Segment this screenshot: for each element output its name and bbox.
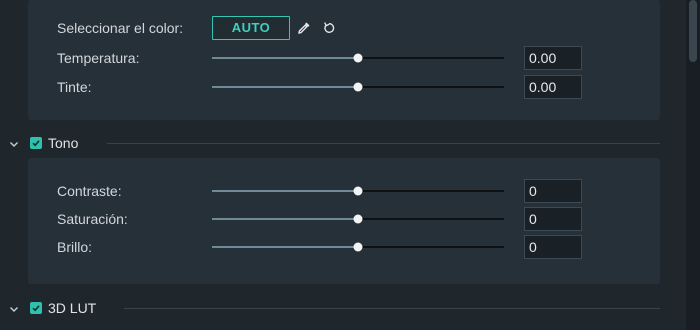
tono-section-header[interactable]: Tono <box>0 130 660 156</box>
tint-row: Tinte: 0.00 <box>28 74 660 100</box>
saturation-label: Saturación: <box>57 211 128 227</box>
temperature-row: Temperatura: 0.00 <box>28 45 660 71</box>
contrast-slider-thumb[interactable] <box>353 186 363 196</box>
select-color-label: Seleccionar el color: <box>57 20 184 36</box>
lut-title: 3D LUT <box>48 300 97 316</box>
brightness-row: Brillo: 0 <box>28 234 660 260</box>
tono-divider <box>107 143 660 144</box>
eyedropper-icon[interactable] <box>296 20 312 36</box>
tint-slider-fill <box>212 86 358 88</box>
tint-slider[interactable] <box>212 82 504 92</box>
contrast-slider-fill <box>212 190 358 192</box>
contrast-value-input[interactable]: 0 <box>524 179 582 203</box>
saturation-slider-thumb[interactable] <box>353 214 363 224</box>
temperature-slider-fill <box>212 57 358 59</box>
temperature-label: Temperatura: <box>57 50 140 66</box>
lut-checkbox[interactable] <box>30 302 42 314</box>
tono-title: Tono <box>48 135 79 151</box>
saturation-value-input[interactable]: 0 <box>524 207 582 231</box>
lut-divider <box>124 308 660 309</box>
scrollbar-thumb[interactable] <box>689 0 697 62</box>
brightness-slider-thumb[interactable] <box>353 242 363 252</box>
temperature-slider[interactable] <box>212 53 504 63</box>
brightness-label: Brillo: <box>57 239 93 255</box>
brightness-value-input[interactable]: 0 <box>524 235 582 259</box>
saturation-slider-fill <box>212 218 358 220</box>
tono-checkbox[interactable] <box>30 137 42 149</box>
scrollbar-track[interactable] <box>686 0 700 330</box>
saturation-slider[interactable] <box>212 214 504 224</box>
brightness-slider-fill <box>212 246 358 248</box>
lut-section-header[interactable]: 3D LUT <box>0 295 660 321</box>
contrast-label: Contraste: <box>57 183 122 199</box>
tint-value-input[interactable]: 0.00 <box>524 75 582 99</box>
checkmark-icon <box>32 305 40 312</box>
checkmark-icon <box>32 140 40 147</box>
tint-slider-thumb[interactable] <box>353 82 363 92</box>
tono-panel: Contraste: 0 Saturación: 0 Brillo: 0 <box>28 158 660 284</box>
temperature-slider-thumb[interactable] <box>353 53 363 63</box>
chevron-down-icon[interactable] <box>8 302 20 314</box>
chevron-down-icon[interactable] <box>8 137 20 149</box>
auto-button[interactable]: AUTO <box>212 16 290 40</box>
reset-icon[interactable] <box>321 20 337 36</box>
brightness-slider[interactable] <box>212 242 504 252</box>
contrast-row: Contraste: 0 <box>28 178 660 204</box>
contrast-slider[interactable] <box>212 186 504 196</box>
saturation-row: Saturación: 0 <box>28 206 660 232</box>
temperature-value-input[interactable]: 0.00 <box>524 46 582 70</box>
color-panel: Seleccionar el color: AUTO Temperatura: … <box>28 0 660 120</box>
select-color-row: Seleccionar el color: AUTO <box>28 15 660 41</box>
tint-label: Tinte: <box>57 79 92 95</box>
